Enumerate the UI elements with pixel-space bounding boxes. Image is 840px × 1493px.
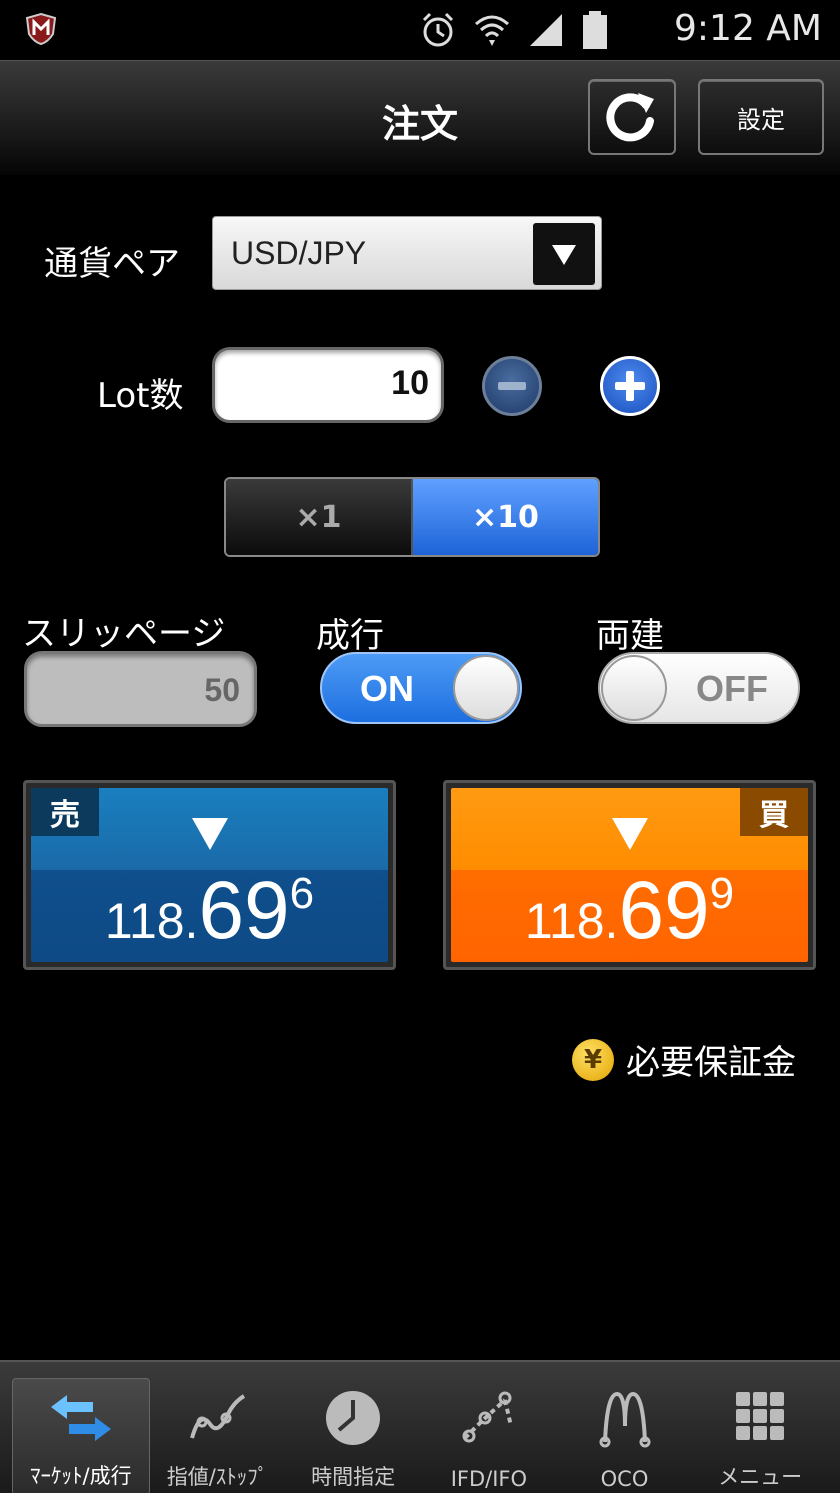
multiplier-x1-button[interactable]: ×1 — [226, 479, 413, 555]
lot-input[interactable]: 10 — [212, 347, 444, 423]
yen-coin-icon: ¥ — [572, 1038, 614, 1081]
slippage-label: スリッページ — [22, 614, 226, 654]
currency-pair-label: 通貨ペア — [44, 244, 180, 284]
status-icons — [418, 10, 610, 50]
header-bar: 注文 設定 — [0, 60, 840, 175]
limit-chart-icon — [189, 1394, 245, 1439]
dropdown-arrow-icon — [533, 223, 595, 285]
sell-price-button[interactable]: 売 118.696 — [23, 780, 396, 970]
down-arrow-icon — [611, 818, 648, 850]
sell-price-main: 118. — [104, 893, 199, 949]
lot-plus-button[interactable] — [600, 356, 660, 416]
mcafee-shield-icon — [25, 12, 57, 46]
toggle-knob — [453, 655, 519, 721]
hedge-label: 両建 — [596, 616, 664, 656]
buy-price-button[interactable]: 買 118.699 — [443, 780, 816, 970]
wifi-icon — [475, 15, 509, 46]
toggle-knob — [601, 655, 667, 721]
sell-tag: 売 — [31, 788, 99, 836]
oco-icon — [599, 1391, 651, 1448]
market-order-label: 成行 — [316, 616, 384, 656]
currency-pair-value: USD/JPY — [231, 235, 367, 271]
plus-icon — [615, 371, 645, 401]
market-order-toggle-text: ON — [360, 668, 414, 709]
required-margin-label: 必要保証金 — [626, 1043, 796, 1083]
refresh-button[interactable] — [588, 79, 676, 155]
buy-price-fraction: 9 — [709, 869, 735, 918]
signal-icon — [530, 14, 562, 46]
buy-price: 118.699 — [451, 864, 808, 958]
bottom-nav: ﾏｰｹｯﾄ/成行 指値/ｽﾄｯﾌﾟ 時間指定 IFD/IFO OCO メニュー — [0, 1360, 840, 1493]
ifd-icon — [462, 1391, 513, 1443]
buy-tag: 買 — [740, 788, 808, 836]
nav-menu[interactable]: メニュー — [692, 1378, 828, 1493]
market-arrows-icon — [50, 1395, 111, 1441]
slippage-value: 50 — [204, 672, 240, 708]
nav-label: IFD/IFO — [450, 1467, 528, 1491]
required-margin-link[interactable]: ¥ 必要保証金 — [572, 1035, 796, 1084]
alarm-icon — [422, 12, 454, 47]
sell-price-pips: 69 — [198, 865, 290, 956]
lot-value: 10 — [391, 364, 429, 402]
nav-label: 時間指定 — [311, 1465, 396, 1489]
sell-price-fraction: 6 — [289, 869, 315, 918]
settings-button[interactable]: 設定 — [698, 79, 824, 155]
minus-icon — [498, 382, 526, 390]
lot-label: Lot数 — [97, 376, 184, 416]
market-order-toggle[interactable]: ON — [320, 652, 522, 724]
nav-market-order[interactable]: ﾏｰｹｯﾄ/成行 — [12, 1378, 150, 1493]
hedge-toggle-text: OFF — [696, 668, 768, 709]
slippage-field[interactable]: 50 — [24, 651, 257, 727]
battery-icon — [583, 11, 607, 49]
refresh-icon — [606, 93, 654, 142]
nav-label: OCO — [600, 1467, 649, 1491]
nav-ifd-ifo[interactable]: IFD/IFO — [421, 1378, 557, 1493]
nav-label: メニュー — [718, 1465, 803, 1489]
lot-minus-button[interactable] — [482, 356, 542, 416]
down-arrow-icon — [191, 818, 228, 850]
clock-icon — [326, 1391, 381, 1445]
buy-price-pips: 69 — [618, 865, 710, 956]
multiplier-segmented-control: ×1 ×10 — [224, 477, 600, 557]
hedge-toggle[interactable]: OFF — [598, 652, 800, 724]
sell-price: 118.696 — [31, 864, 388, 958]
status-bar: 9:12 AM — [0, 0, 840, 60]
nav-label: 指値/ｽﾄｯﾌﾟ — [166, 1465, 269, 1489]
currency-pair-select[interactable]: USD/JPY — [212, 216, 602, 290]
nav-limit-stop[interactable]: 指値/ｽﾄｯﾌﾟ — [150, 1378, 286, 1493]
status-time: 9:12 AM — [674, 8, 822, 49]
nav-time-specified[interactable]: 時間指定 — [285, 1378, 421, 1493]
nav-oco[interactable]: OCO — [557, 1378, 693, 1493]
nav-label: ﾏｰｹｯﾄ/成行 — [30, 1464, 132, 1488]
menu-grid-icon — [736, 1392, 785, 1440]
multiplier-x10-button[interactable]: ×10 — [413, 479, 598, 555]
buy-price-main: 118. — [524, 893, 619, 949]
